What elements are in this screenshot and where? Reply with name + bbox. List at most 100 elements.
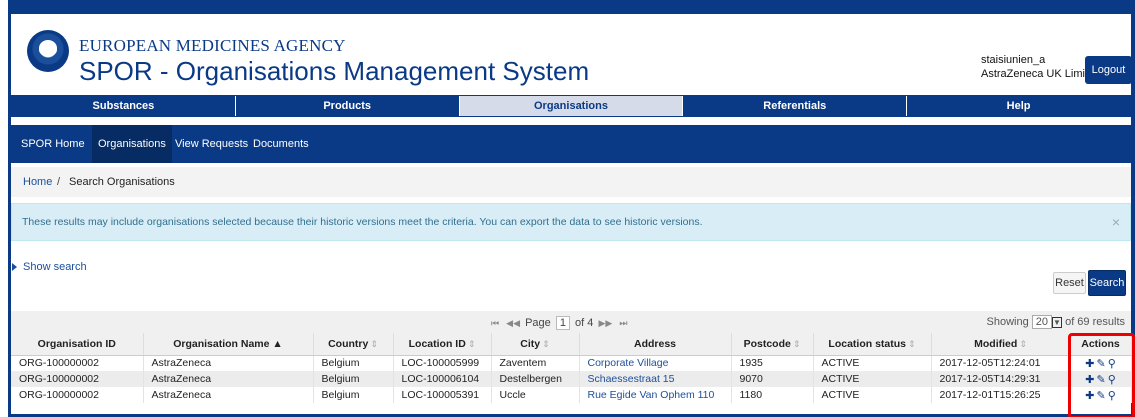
first-page-icon[interactable]: ⏮ (491, 318, 499, 328)
cell-country: Belgium (313, 387, 394, 403)
table-row[interactable]: ORG-100000002 AstraZeneca Belgium LOC-10… (11, 371, 1132, 387)
table-header-row: Organisation ID Organisation Name ▲ Coun… (11, 333, 1132, 356)
show-search-toggle[interactable]: Show search (12, 261, 87, 273)
plus-icon[interactable]: ✚ (1085, 357, 1094, 370)
table-row[interactable]: ORG-100000002 AstraZeneca Belgium LOC-10… (11, 355, 1132, 371)
subnav-view-requests[interactable]: View Requests (169, 125, 254, 163)
cell-city: Uccle (491, 387, 580, 403)
subnav-documents[interactable]: Documents (247, 125, 315, 163)
cell-org-name: AstraZeneca (143, 387, 314, 403)
col-city[interactable]: City ⇕ (491, 333, 580, 356)
breadcrumb-home[interactable]: Home (23, 176, 52, 188)
cell-actions: ✚ ✎ ⚲ (1070, 387, 1132, 403)
sort-icon: ⇕ (542, 338, 550, 349)
edit-icon[interactable]: ✎ (1096, 357, 1105, 370)
nav-organisations[interactable]: Organisations (459, 96, 684, 116)
cell-postcode: 1180 (731, 387, 814, 403)
breadcrumb-current: Search Organisations (69, 176, 175, 188)
col-modified[interactable]: Modified ⇕ (931, 333, 1071, 356)
cell-location-id: LOC-100006104 (393, 371, 492, 387)
sort-icon: ⇕ (792, 338, 801, 349)
main-nav: Substances Products Organisations Refere… (11, 95, 1131, 117)
cell-org-id: ORG-100000002 (11, 355, 144, 371)
cell-org-name: AstraZeneca (143, 355, 314, 371)
col-organisation-id[interactable]: Organisation ID (11, 333, 144, 356)
logout-button[interactable]: Logout (1085, 56, 1132, 84)
cell-postcode: 9070 (731, 371, 814, 387)
edit-icon[interactable]: ✎ (1096, 389, 1105, 402)
sort-icon: ⇕ (908, 338, 916, 349)
showing-prefix: Showing (986, 316, 1029, 328)
close-icon[interactable]: × (1112, 214, 1120, 230)
last-page-icon[interactable]: ⏭ (619, 318, 627, 328)
cell-actions: ✚ ✎ ⚲ (1070, 355, 1132, 371)
plus-icon[interactable]: ✚ (1085, 373, 1094, 386)
breadcrumb-separator: / (57, 176, 61, 188)
cell-country: Belgium (313, 355, 394, 371)
cell-modified: 2017-12-01T15:26:25 (931, 387, 1071, 403)
user-name: staisiunien_a (981, 54, 1046, 66)
col-address[interactable]: Address (579, 333, 732, 356)
page-label: Page (525, 317, 551, 329)
page-size-select[interactable]: 20 (1031, 315, 1053, 329)
table-row[interactable]: ORG-100000002 AstraZeneca Belgium LOC-10… (11, 387, 1132, 403)
cell-modified: 2017-12-05T12:24:01 (931, 355, 1071, 371)
user-organisation: AstraZeneca UK Limited (981, 68, 1101, 80)
reset-button[interactable]: Reset (1053, 272, 1086, 294)
cell-country: Belgium (313, 371, 394, 387)
alert-text: These results may include organisations … (22, 216, 703, 228)
edit-icon[interactable]: ✎ (1096, 373, 1105, 386)
cell-modified: 2017-12-05T14:29:31 (931, 371, 1071, 387)
page-header: EUROPEAN MEDICINES AGENCY SPOR - Organis… (11, 14, 1132, 90)
subnav-spor-home[interactable]: SPOR Home (15, 125, 91, 163)
cell-location-id: LOC-100005391 (393, 387, 492, 403)
col-country[interactable]: Country ⇕ (313, 333, 394, 356)
pager: ⏮ ◀◀ Page 1 of 4 ▶▶ ⏭ (489, 316, 629, 330)
next-page-icon[interactable]: ▶▶ (598, 318, 612, 328)
cell-location-id: LOC-100005999 (393, 355, 492, 371)
cell-status: ACTIVE (813, 387, 932, 403)
sort-icon: ⇕ (1019, 338, 1027, 349)
cell-address-link[interactable]: Corporate Village (579, 355, 732, 371)
nav-substances[interactable]: Substances (12, 96, 236, 116)
cell-actions: ✚ ✎ ⚲ (1070, 371, 1132, 387)
cell-address-link[interactable]: Schaessestraat 15 (579, 371, 732, 387)
cell-postcode: 1935 (731, 355, 814, 371)
view-icon[interactable]: ⚲ (1108, 373, 1116, 386)
col-location-status[interactable]: Location status ⇕ (813, 333, 932, 356)
col-organisation-name[interactable]: Organisation Name ▲ (143, 333, 314, 356)
view-icon[interactable]: ⚲ (1108, 357, 1116, 370)
show-search-label: Show search (23, 261, 87, 273)
col-location-id[interactable]: Location ID ⇕ (393, 333, 492, 356)
cell-address-link[interactable]: Rue Egide Van Ophem 110 (579, 387, 732, 403)
sort-asc-icon: ▲ (272, 337, 283, 350)
plus-icon[interactable]: ✚ (1085, 389, 1094, 402)
ema-logo-icon (27, 30, 69, 72)
results-summary: Showing 20 ▼ of 69 results (986, 315, 1125, 329)
window-frame-top (8, 0, 1135, 14)
cell-city: Zaventem (491, 355, 580, 371)
search-button[interactable]: Search (1088, 270, 1126, 296)
cell-status: ACTIVE (813, 355, 932, 371)
system-title: SPOR - Organisations Management System (79, 56, 590, 86)
subnav-organisations[interactable]: Organisations (92, 125, 172, 163)
nav-referentials[interactable]: Referentials (683, 96, 908, 116)
prev-page-icon[interactable]: ◀◀ (506, 318, 520, 328)
sort-icon: ⇕ (467, 338, 476, 349)
col-actions: Actions (1070, 333, 1132, 356)
page-number-input[interactable]: 1 (555, 316, 570, 330)
agency-name: EUROPEAN MEDICINES AGENCY (79, 36, 346, 55)
showing-suffix: of 69 results (1065, 316, 1125, 328)
caret-right-icon (12, 263, 17, 272)
col-postcode[interactable]: Postcode ⇕ (731, 333, 814, 356)
nav-products[interactable]: Products (236, 96, 460, 116)
sort-icon: ⇕ (370, 338, 378, 349)
cell-org-name: AstraZeneca (143, 371, 314, 387)
page-count: of 4 (575, 317, 594, 329)
cell-status: ACTIVE (813, 371, 932, 387)
nav-help[interactable]: Help (907, 96, 1130, 116)
chevron-down-icon[interactable]: ▼ (1052, 316, 1063, 328)
results-table: Organisation ID Organisation Name ▲ Coun… (11, 333, 1132, 403)
view-icon[interactable]: ⚲ (1108, 389, 1116, 402)
app-window: EUROPEAN MEDICINES AGENCY SPOR - Organis… (0, 0, 1135, 417)
